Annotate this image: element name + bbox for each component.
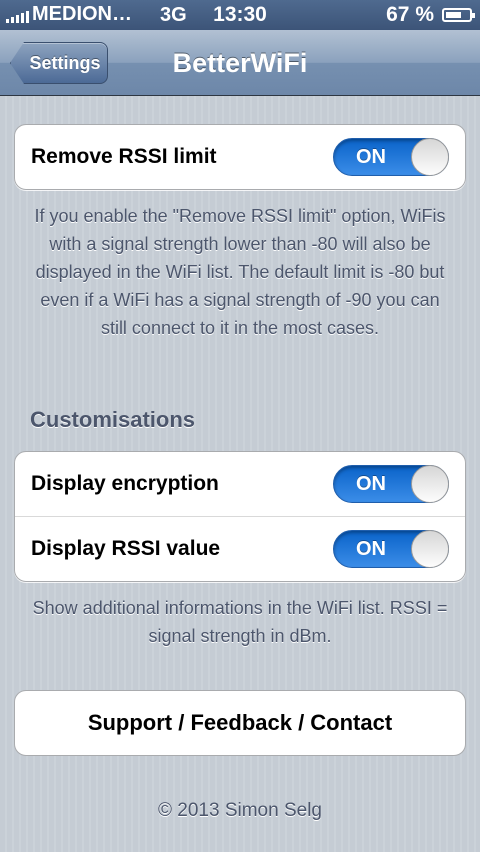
remove-rssi-limit-row: Remove RSSI limit ON [15,125,465,189]
toggle-knob [411,530,449,568]
copyright-text: © 2013 Simon Selg [158,800,322,821]
toggle-on-text: ON [356,146,386,168]
rssi-footer-text: If you enable the "Remove RSSI limit" op… [34,206,446,338]
toggle-knob [411,138,449,176]
page-title: BetterWiFi [172,48,308,78]
remove-rssi-limit-label: Remove RSSI limit [31,145,217,168]
battery-percent: 67 % [386,3,434,26]
rssi-group: Remove RSSI limit ON [14,124,466,190]
display-encryption-toggle[interactable]: ON [333,465,449,503]
support-feedback-contact-button[interactable]: Support / Feedback / Contact [14,690,466,756]
display-rssi-value-row: Display RSSI value ON [15,516,465,581]
toggle-on-text: ON [356,538,386,560]
remove-rssi-limit-toggle[interactable]: ON [333,138,449,176]
navigation-bar: Settings BetterWiFi [0,30,480,96]
customisations-footer-text: Show additional informations in the WiFi… [32,598,448,646]
customisations-group: Display encryption ON Display RSSI value… [14,451,466,582]
display-rssi-value-label: Display RSSI value [31,537,221,560]
battery-icon [442,8,475,22]
toggle-knob [411,465,449,503]
status-bar: MEDION… 3G 13:30 67 % [0,0,480,30]
display-encryption-label: Display encryption [31,472,219,495]
display-encryption-row: Display encryption ON [15,452,465,516]
toggle-on-text: ON [356,473,386,495]
display-rssi-value-toggle[interactable]: ON [333,530,449,568]
customisations-header: Customisations [30,407,196,432]
